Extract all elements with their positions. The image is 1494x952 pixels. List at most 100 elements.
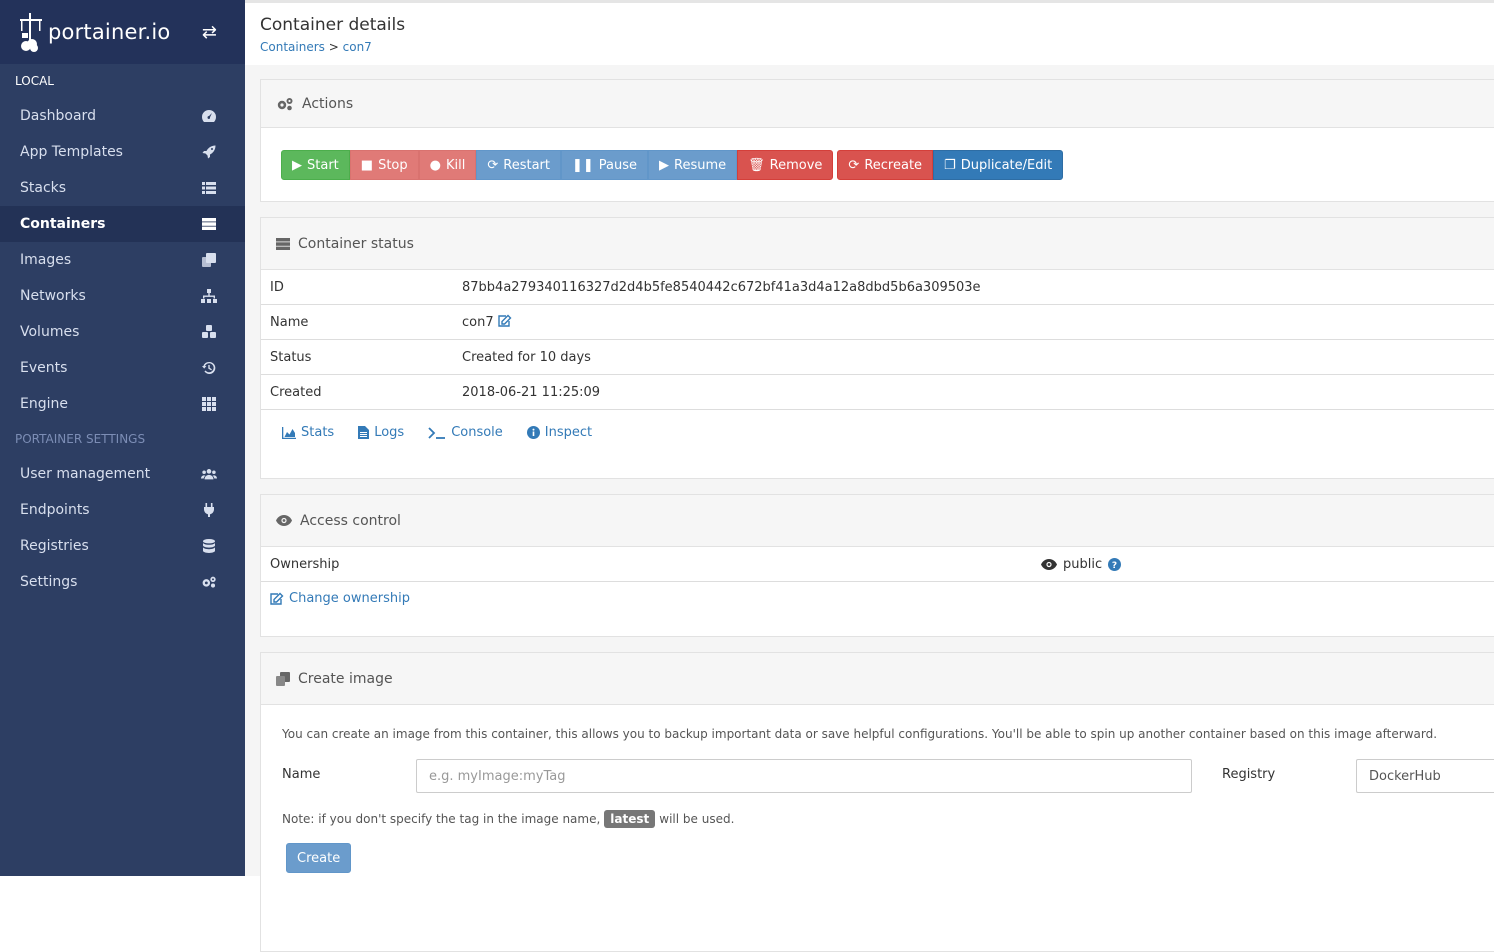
copy-icon: ❐: [944, 157, 956, 173]
create-image-title: Create image: [298, 670, 393, 687]
rocket-icon: [201, 144, 217, 160]
database-icon: [201, 538, 217, 554]
sidebar-item-label: Endpoints: [20, 502, 90, 518]
kill-button[interactable]: ● Kill: [418, 150, 477, 180]
status-row-name: Name con7: [261, 305, 1494, 340]
question-circle-icon[interactable]: ?: [1108, 557, 1122, 571]
change-ownership-row: Change ownership: [261, 582, 1494, 609]
stats-link[interactable]: Stats: [282, 425, 334, 440]
create-image-form-row: Name Registry DockerHub: [261, 759, 1494, 795]
portainer-crane-icon: [20, 13, 42, 52]
status-value: 2018-06-21 11:25:09: [462, 384, 601, 400]
brand-name: portainer.io: [48, 20, 171, 44]
cogs-icon: [276, 97, 294, 111]
recreate-button[interactable]: ⟳ Recreate: [837, 150, 934, 180]
sidebar-item-events[interactable]: Events: [0, 350, 245, 386]
resume-button[interactable]: ▶ Resume: [648, 150, 738, 180]
sidebar-item-volumes[interactable]: Volumes: [0, 314, 245, 350]
sidebar-item-label: App Templates: [20, 144, 123, 160]
play-icon: ▶: [659, 157, 670, 173]
sidebar-item-dashboard[interactable]: Dashboard: [0, 98, 245, 134]
sidebar-item-networks[interactable]: Networks: [0, 278, 245, 314]
bomb-icon: ●: [429, 157, 441, 173]
start-button[interactable]: ▶ Start: [281, 150, 350, 180]
sidebar-item-label: Images: [20, 252, 72, 268]
eye-icon: [276, 515, 292, 526]
container-status-header: Container status: [261, 218, 1494, 270]
page-title: Container details: [260, 15, 406, 35]
logs-link[interactable]: Logs: [358, 425, 404, 440]
status-value: Created for 10 days: [462, 349, 591, 365]
status-value: con7: [462, 314, 494, 330]
registry-label: Registry: [1222, 767, 1276, 782]
plug-icon: [201, 502, 217, 518]
container-status-panel: Container status ID 87bb4a279340116327d2…: [260, 217, 1494, 479]
change-ownership-label: Change ownership: [289, 591, 410, 606]
sidebar-item-app-templates[interactable]: App Templates: [0, 134, 245, 170]
duplicate-edit-button[interactable]: ❐ Duplicate/Edit: [933, 150, 1064, 180]
cubes-icon: [201, 324, 217, 340]
change-ownership-link[interactable]: Change ownership: [270, 591, 410, 606]
console-link[interactable]: Console: [428, 425, 503, 440]
start-button-label: Start: [307, 157, 339, 173]
refresh-icon: ⟳: [487, 157, 499, 173]
actions-panel: Actions ▶ Start ■ Stop ● Kill ⟳ Restart …: [260, 79, 1494, 202]
status-row-created: Created 2018-06-21 11:25:09: [261, 375, 1494, 410]
sidebar-item-images[interactable]: Images: [0, 242, 245, 278]
tag-note-suffix: will be used.: [659, 812, 735, 826]
sidebar: portainer.io ⇄ LOCAL Dashboard App Templ…: [0, 0, 245, 876]
brand-header: portainer.io ⇄: [0, 0, 245, 64]
breadcrumb-containers-link[interactable]: Containers: [260, 40, 325, 54]
th-list-icon: [201, 180, 217, 196]
edit-icon: [270, 592, 284, 605]
th-icon: [201, 396, 217, 412]
stop-button[interactable]: ■ Stop: [349, 150, 419, 180]
ownership-value: public ?: [1041, 557, 1122, 572]
ownership-row: Ownership public ?: [261, 547, 1494, 582]
exchange-icon[interactable]: ⇄: [202, 22, 217, 43]
sidebar-item-label: Containers: [20, 216, 106, 232]
breadcrumb-current[interactable]: con7: [343, 40, 372, 54]
sidebar-item-endpoints[interactable]: Endpoints: [0, 492, 245, 528]
restart-button[interactable]: ⟳ Restart: [476, 150, 561, 180]
sidebar-item-containers[interactable]: Containers: [0, 206, 245, 242]
pause-button-label: Pause: [598, 157, 638, 173]
portainer-logo[interactable]: portainer.io: [18, 11, 170, 53]
eye-icon: [1041, 558, 1057, 570]
status-value: 87bb4a279340116327d2d4b5fe8540442c672bf4…: [462, 279, 981, 295]
kill-button-label: Kill: [445, 157, 466, 173]
container-links: Stats Logs Console Inspect: [261, 410, 1494, 440]
container-status-title: Container status: [298, 235, 414, 252]
restart-button-label: Restart: [503, 157, 550, 173]
logs-link-label: Logs: [374, 425, 405, 440]
sidebar-item-settings[interactable]: Settings: [0, 564, 245, 600]
sidebar-item-label: Events: [20, 360, 68, 376]
edit-name-icon[interactable]: [497, 314, 512, 331]
remove-button[interactable]: 🗑 Remove: [737, 150, 834, 180]
server-icon: [276, 237, 290, 250]
sidebar-item-engine[interactable]: Engine: [0, 386, 245, 422]
sidebar-item-stacks[interactable]: Stacks: [0, 170, 245, 206]
sidebar-item-user-management[interactable]: User management: [0, 456, 245, 492]
image-name-input[interactable]: [416, 759, 1192, 793]
sidebar-item-registries[interactable]: Registries: [0, 528, 245, 564]
clone-icon: [201, 252, 217, 268]
tachometer-icon: [201, 108, 217, 124]
sidebar-item-label: Dashboard: [20, 108, 96, 124]
play-icon: ▶: [292, 157, 302, 173]
pause-icon: ❚❚: [571, 157, 594, 173]
sidebar-item-label: Stacks: [20, 180, 67, 196]
remove-button-label: Remove: [769, 157, 823, 173]
pause-button[interactable]: ❚❚ Pause: [560, 150, 649, 180]
registry-selected-value: DockerHub: [1369, 768, 1441, 784]
main-content: Actions ▶ Start ■ Stop ● Kill ⟳ Restart …: [245, 65, 1494, 952]
inspect-link[interactable]: Inspect: [526, 425, 592, 440]
sitemap-icon: [201, 288, 217, 304]
create-image-button[interactable]: Create: [286, 843, 352, 873]
create-image-header: Create image: [261, 653, 1494, 705]
cogs-icon: [201, 574, 217, 590]
file-text-icon: [358, 426, 370, 439]
registry-select[interactable]: DockerHub: [1356, 759, 1494, 793]
actions-panel-title: Actions: [302, 95, 354, 112]
stop-icon: ■: [360, 157, 374, 173]
